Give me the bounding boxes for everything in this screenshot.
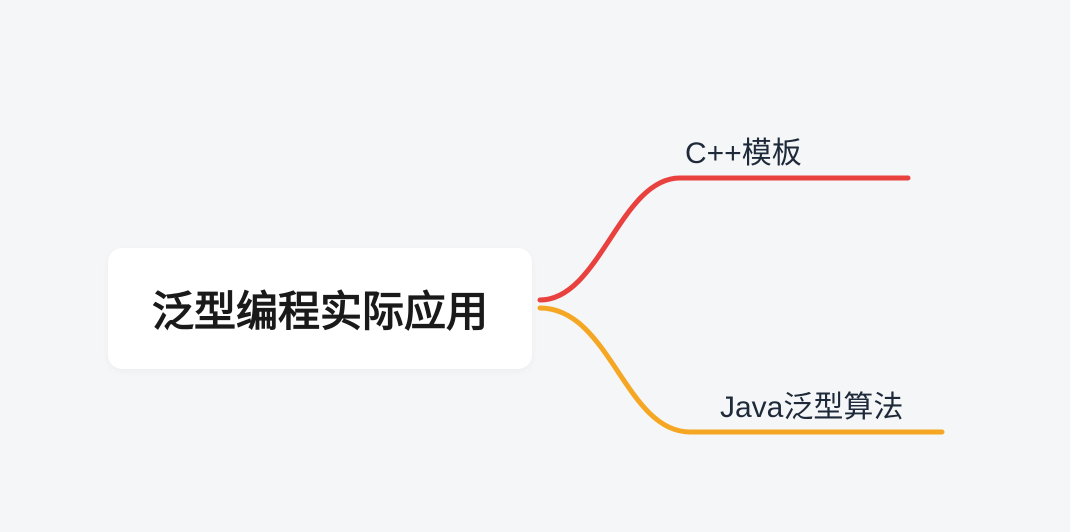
branch-node-java[interactable]: Java泛型算法 xyxy=(720,382,903,426)
root-label: 泛型编程实际应用 xyxy=(152,278,488,339)
mindmap-container: 泛型编程实际应用 C++模板 Java泛型算法 xyxy=(0,0,1070,532)
root-node[interactable]: 泛型编程实际应用 xyxy=(108,248,532,369)
branch-node-cpp[interactable]: C++模板 xyxy=(685,128,802,172)
